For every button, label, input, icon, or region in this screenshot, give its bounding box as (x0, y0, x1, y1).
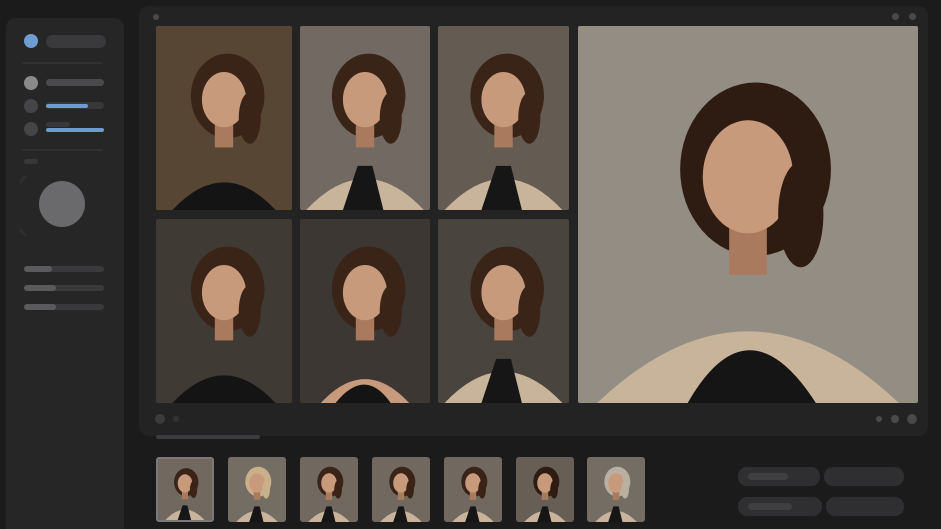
filmstrip-thumb-1[interactable] (156, 457, 214, 522)
sidebar-item-3-progress (46, 104, 88, 108)
circle-icon[interactable] (24, 99, 38, 113)
grid-photo-6[interactable] (438, 219, 569, 403)
action-button-3[interactable] (738, 497, 822, 516)
slider-3-fill (24, 304, 56, 310)
action-button-4[interactable] (826, 497, 904, 516)
sidebar-item-1-label[interactable] (46, 35, 106, 48)
grid-photo-5[interactable] (300, 219, 430, 403)
window-dot-icon[interactable] (892, 13, 899, 20)
status-dot-icon (155, 414, 165, 424)
filmstrip-thumb-2[interactable] (228, 457, 286, 522)
window-dot-icon[interactable] (909, 13, 916, 20)
dial-knob-icon[interactable] (20, 170, 108, 242)
filmstrip-thumb-3[interactable] (300, 457, 358, 522)
filmstrip-scroll-track[interactable] (156, 435, 260, 439)
slider-2[interactable] (24, 285, 104, 291)
slider-3[interactable] (24, 304, 104, 310)
sidebar-item-2-label[interactable] (46, 79, 104, 86)
filmstrip-thumb-6[interactable] (516, 457, 574, 522)
circle-accent-icon[interactable] (24, 34, 38, 48)
grid-photo-1[interactable] (156, 26, 292, 210)
sidebar (6, 18, 124, 529)
grid-photo-4[interactable] (156, 219, 292, 403)
action-button-1-label (748, 473, 788, 480)
sidebar-item-4-label[interactable] (46, 122, 70, 127)
circle-icon[interactable] (24, 122, 38, 136)
status-dot-icon (173, 416, 179, 422)
sidebar-item-4-progress (46, 128, 104, 132)
sidebar-divider (22, 62, 102, 64)
fullscreen-icon[interactable] (907, 414, 917, 424)
filmstrip-thumb-7[interactable] (587, 457, 645, 522)
sidebar-divider (22, 149, 102, 151)
circle-icon[interactable] (24, 76, 38, 90)
section-label (24, 159, 38, 164)
slider-1-fill (24, 266, 52, 272)
zoom-out-icon[interactable] (876, 416, 882, 422)
filmstrip-thumb-5[interactable] (444, 457, 502, 522)
featured-photo[interactable] (578, 26, 918, 403)
grid-photo-3[interactable] (438, 26, 569, 210)
zoom-icon[interactable] (891, 415, 899, 423)
window-dot-icon (153, 14, 159, 20)
action-button-1[interactable] (738, 467, 820, 486)
action-button-2[interactable] (824, 467, 904, 486)
filmstrip-thumb-4[interactable] (372, 457, 430, 522)
action-button-3-label (748, 503, 792, 510)
slider-1[interactable] (24, 266, 104, 272)
grid-photo-2[interactable] (300, 26, 430, 210)
slider-2-fill (24, 285, 56, 291)
